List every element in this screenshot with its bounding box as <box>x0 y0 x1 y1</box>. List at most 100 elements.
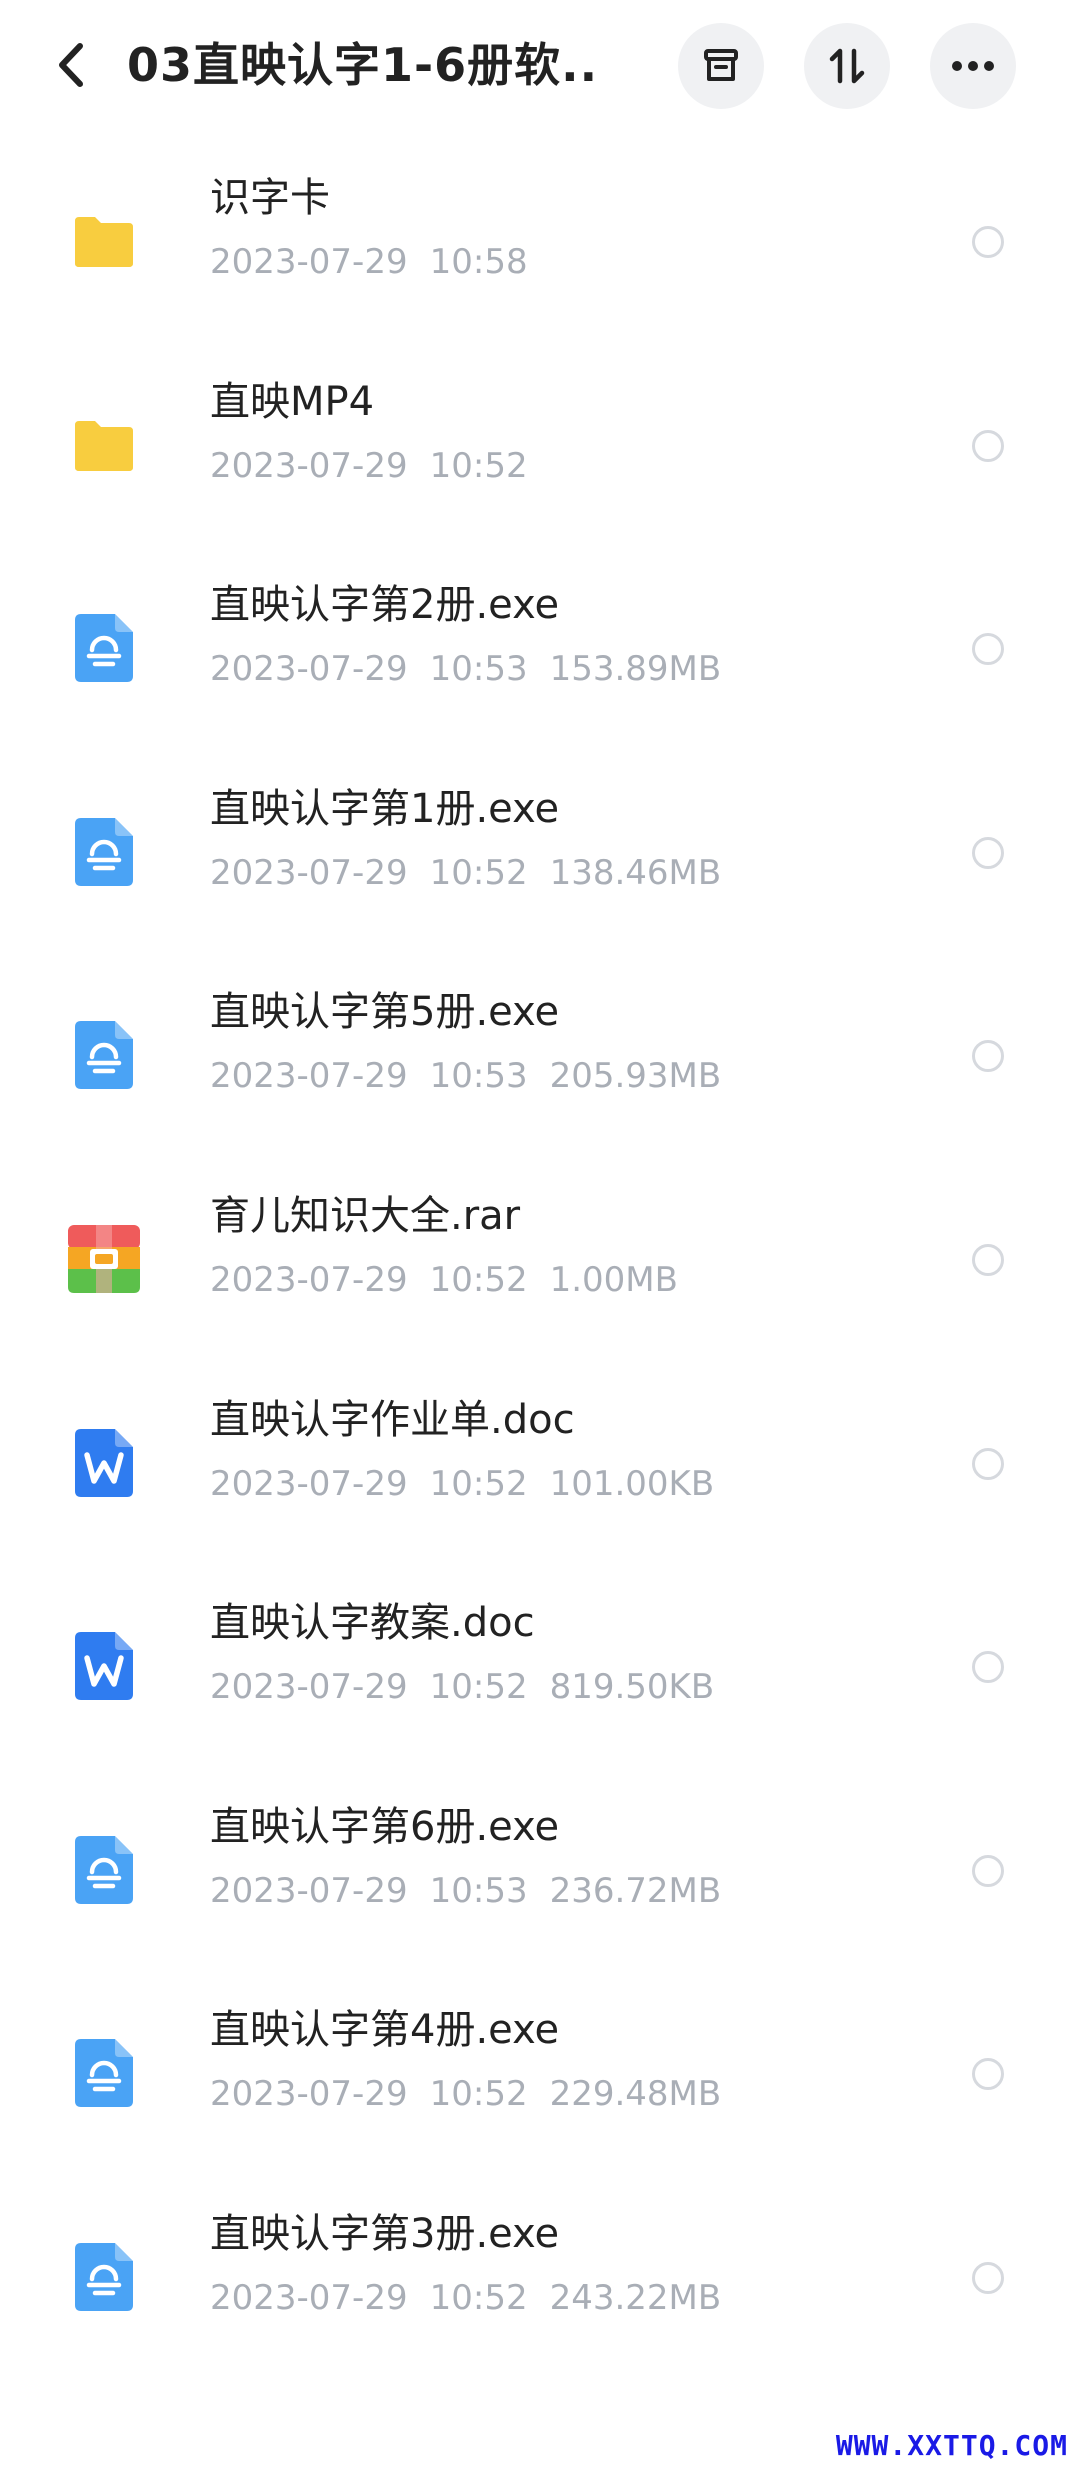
file-time: 10:52 <box>429 2277 528 2318</box>
file-time: 10:53 <box>429 649 528 690</box>
watermark: WWW.XXTTQ.COM <box>835 2429 1068 2462</box>
exe-file-icon <box>75 614 133 683</box>
file-date: 2023-07-29 <box>210 1463 408 1504</box>
file-meta: 2023-07-29 10:58 <box>210 239 550 285</box>
file-time: 10:52 <box>429 445 528 486</box>
file-row[interactable]: 直映认字第2册.exe 2023-07-29 10:53 153.89MB <box>0 555 1080 759</box>
file-size: 243.22MB <box>549 2277 722 2318</box>
select-radio[interactable] <box>972 1243 1004 1276</box>
file-row[interactable]: 直映认字第6册.exe 2023-07-29 10:53 236.72MB <box>0 1777 1080 1981</box>
file-meta: 2023-07-29 10:53 205.93MB <box>210 1053 743 1099</box>
file-size: 229.48MB <box>549 2074 722 2115</box>
file-date: 2023-07-29 <box>210 1056 408 1097</box>
select-radio[interactable] <box>972 429 1004 462</box>
exe-file-icon <box>75 1835 133 1904</box>
folder-icon <box>75 217 133 267</box>
file-row[interactable]: 识字卡 2023-07-29 10:58 <box>0 148 1080 352</box>
file-row[interactable]: 直映认字教案.doc 2023-07-29 10:52 819.50KB <box>0 1573 1080 1777</box>
more-options-button[interactable] <box>930 23 1016 109</box>
page-title: 03直映认字1-6册软... <box>127 38 597 92</box>
archive-box-icon <box>704 49 738 81</box>
file-type-icon <box>66 1832 142 1908</box>
file-meta: 2023-07-29 10:52 1.00MB <box>210 1257 700 1303</box>
file-row[interactable]: 直映认字第1册.exe 2023-07-29 10:52 138.46MB <box>0 759 1080 963</box>
file-type-icon <box>66 610 142 686</box>
file-meta: 2023-07-29 10:52 243.22MB <box>210 2275 743 2321</box>
rar-archive-icon <box>68 1224 140 1293</box>
file-time: 10:52 <box>429 852 528 893</box>
file-row[interactable]: 直映认字第5册.exe 2023-07-29 10:53 205.93MB <box>0 962 1080 1166</box>
exe-file-icon <box>75 2242 133 2311</box>
file-size: 1.00MB <box>549 1259 678 1300</box>
select-radio[interactable] <box>972 2058 1004 2091</box>
file-date: 2023-07-29 <box>210 242 408 282</box>
file-row[interactable]: 直映认字第4册.exe 2023-07-29 10:52 229.48MB <box>0 1980 1080 2184</box>
file-date: 2023-07-29 <box>210 852 408 893</box>
file-time: 10:58 <box>429 242 528 282</box>
select-radio[interactable] <box>972 1854 1004 1887</box>
top-bar: 03直映认字1-6册软... <box>0 0 1080 130</box>
file-type-icon <box>66 1221 142 1297</box>
file-size: 236.72MB <box>549 1870 722 1911</box>
sort-arrows-icon <box>829 48 865 84</box>
file-name: 直映认字第3册.exe <box>210 2210 560 2257</box>
file-size: 205.93MB <box>549 1056 722 1097</box>
file-size: 101.00KB <box>549 1463 715 1504</box>
file-date: 2023-07-29 <box>210 1870 408 1911</box>
file-time: 10:52 <box>429 2074 528 2115</box>
exe-file-icon <box>75 817 133 886</box>
file-time: 10:52 <box>429 1667 528 1708</box>
select-radio[interactable] <box>972 1447 1004 1480</box>
file-date: 2023-07-29 <box>210 649 408 690</box>
file-date: 2023-07-29 <box>210 2074 408 2115</box>
sort-button[interactable] <box>804 23 890 109</box>
file-meta: 2023-07-29 10:52 101.00KB <box>210 1461 736 1507</box>
file-time: 10:52 <box>429 1259 528 1300</box>
file-row[interactable]: 直映MP4 2023-07-29 10:52 <box>0 352 1080 556</box>
back-button[interactable] <box>40 30 100 100</box>
file-type-icon <box>66 1425 142 1501</box>
file-meta: 2023-07-29 10:52 138.46MB <box>210 850 743 896</box>
select-radio[interactable] <box>972 633 1004 666</box>
file-name: 育儿知识大全.rar <box>210 1192 521 1239</box>
file-time: 10:52 <box>429 1463 528 1504</box>
file-name: 识字卡 <box>210 175 330 221</box>
select-radio[interactable] <box>972 1040 1004 1073</box>
file-meta: 2023-07-29 10:52 229.48MB <box>210 2071 743 2117</box>
select-radio[interactable] <box>972 226 1004 258</box>
file-type-icon <box>66 2035 142 2111</box>
file-date: 2023-07-29 <box>210 445 408 486</box>
file-row[interactable]: 直映认字作业单.doc 2023-07-29 10:52 101.00KB <box>0 1370 1080 1574</box>
file-name: 直映认字第1册.exe <box>210 785 560 832</box>
file-meta: 2023-07-29 10:52 819.50KB <box>210 1664 736 1710</box>
more-horizontal-icon <box>952 61 994 71</box>
archive-button[interactable] <box>678 23 764 109</box>
file-row[interactable]: 育儿知识大全.rar 2023-07-29 10:52 1.00MB <box>0 1166 1080 1370</box>
chevron-left-icon <box>59 43 83 87</box>
select-radio[interactable] <box>972 1651 1004 1684</box>
file-time: 10:53 <box>429 1056 528 1097</box>
file-name: 直映认字教案.doc <box>210 1600 535 1647</box>
word-doc-icon <box>75 1632 133 1701</box>
file-date: 2023-07-29 <box>210 1667 408 1708</box>
file-type-icon <box>66 814 142 890</box>
file-name: 直映认字第2册.exe <box>210 582 560 629</box>
select-radio[interactable] <box>972 836 1004 869</box>
file-size: 138.46MB <box>549 852 722 893</box>
file-list: 识字卡 2023-07-29 10:58 直映MP4 2023-07-29 10:52 直映… <box>0 148 1080 2388</box>
file-meta: 2023-07-29 10:52 <box>210 443 550 489</box>
select-radio[interactable] <box>972 2261 1004 2294</box>
file-type-icon <box>66 407 142 483</box>
exe-file-icon <box>75 2039 133 2108</box>
file-meta: 2023-07-29 10:53 153.89MB <box>210 646 743 692</box>
file-meta: 2023-07-29 10:53 236.72MB <box>210 1868 743 1914</box>
file-name: 直映认字第5册.exe <box>210 989 560 1036</box>
file-size: 819.50KB <box>549 1667 715 1708</box>
file-time: 10:53 <box>429 1870 528 1911</box>
folder-icon <box>75 420 133 471</box>
file-type-icon <box>66 2239 142 2315</box>
file-row[interactable]: 直映认字第3册.exe 2023-07-29 10:52 243.22MB <box>0 2184 1080 2388</box>
file-name: 直映认字第4册.exe <box>210 2007 560 2054</box>
file-type-icon <box>66 203 142 279</box>
file-date: 2023-07-29 <box>210 1259 408 1300</box>
